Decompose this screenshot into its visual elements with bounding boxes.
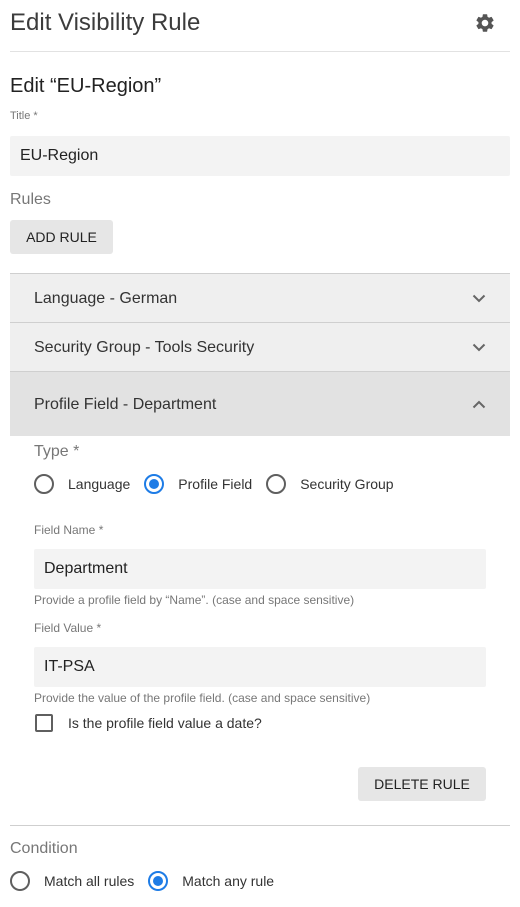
type-radio-group: Language Profile Field Security Group: [34, 474, 408, 494]
rule-item-profile-field[interactable]: Profile Field - Department: [10, 371, 510, 436]
field-value-label: Field Value *: [34, 621, 102, 635]
type-option-label: Language: [68, 476, 131, 492]
title-field-label: Title *: [10, 110, 38, 122]
type-radio-profile-field[interactable]: [144, 474, 165, 494]
type-label: Type *: [34, 443, 80, 460]
condition-radio-group: Match all rules Match any rule: [10, 871, 288, 891]
condition-radio-match-any[interactable]: [148, 871, 169, 891]
type-radio-language[interactable]: [34, 474, 54, 494]
chevron-down-icon: [472, 343, 486, 352]
page-title: Edit Visibility Rule: [10, 9, 201, 36]
rule-item-security-group[interactable]: Security Group - Tools Security: [10, 322, 510, 371]
field-value-helper: Provide the value of the profile field. …: [34, 691, 371, 705]
rule-item-language[interactable]: Language - German: [10, 273, 510, 322]
chevron-up-icon: [472, 400, 486, 409]
field-name-input[interactable]: [34, 549, 486, 589]
delete-rule-button[interactable]: DELETE RULE: [358, 767, 486, 801]
condition-radio-match-all[interactable]: [10, 871, 30, 891]
date-checkbox[interactable]: [35, 714, 53, 732]
field-name-label: Field Name *: [34, 523, 104, 537]
rules-label: Rules: [10, 191, 51, 208]
title-input[interactable]: [10, 136, 510, 176]
condition-option-label: Match any rule: [182, 873, 275, 889]
form-heading: Edit “EU-Region”: [10, 75, 162, 97]
date-checkbox-label: Is the profile field value a date?: [68, 715, 262, 731]
chevron-down-icon: [472, 294, 486, 303]
rule-item-label: Profile Field - Department: [34, 396, 217, 413]
rule-item-label: Security Group - Tools Security: [34, 339, 255, 356]
type-radio-security-group[interactable]: [266, 474, 287, 494]
field-name-helper: Provide a profile field by “Name”. (case…: [34, 593, 355, 607]
add-rule-button[interactable]: ADD RULE: [10, 220, 113, 254]
rule-item-label: Language - German: [34, 290, 178, 307]
type-option-label: Profile Field: [178, 476, 253, 492]
app-header: Edit Visibility Rule: [10, 0, 510, 52]
section-divider: [10, 825, 510, 826]
condition-option-label: Match all rules: [44, 873, 135, 889]
condition-label: Condition: [10, 840, 78, 857]
gear-icon[interactable]: [474, 12, 496, 34]
field-value-input[interactable]: [34, 647, 486, 687]
type-option-label: Security Group: [300, 476, 394, 492]
